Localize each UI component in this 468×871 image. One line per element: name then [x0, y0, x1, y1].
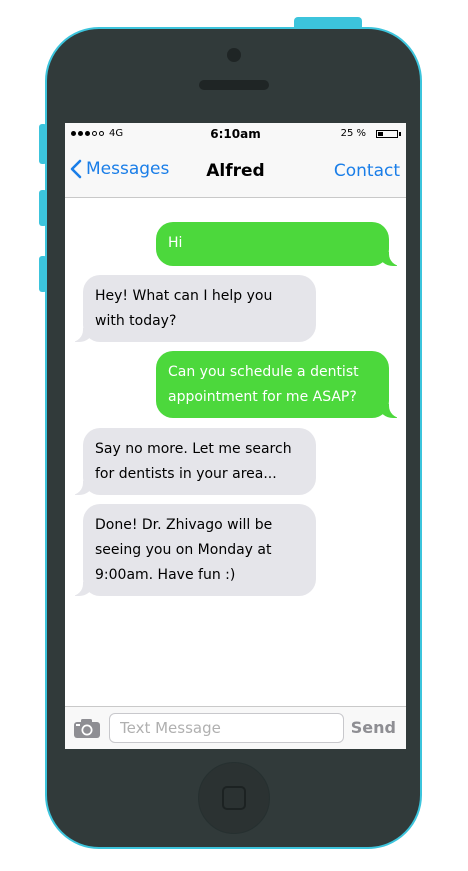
earpiece-speaker: [199, 80, 269, 90]
text-message-input[interactable]: [109, 713, 344, 743]
message-input-bar: Send: [65, 706, 406, 749]
camera-icon[interactable]: [73, 718, 101, 739]
battery-icon: [376, 130, 398, 138]
message-text: Hey! What can I help you with today?: [95, 288, 273, 329]
home-button[interactable]: [198, 762, 270, 834]
message-bubble-outgoing: Can you schedule a dentist appointment f…: [156, 351, 403, 418]
contact-button[interactable]: Contact: [334, 161, 400, 181]
message-text: Hi: [168, 235, 183, 251]
send-button[interactable]: Send: [351, 718, 396, 737]
battery-tip: [399, 132, 401, 136]
chevron-left-icon: [70, 159, 82, 179]
message-bubble-incoming: Hey! What can I help you with today?: [69, 275, 316, 342]
message-text: Done! Dr. Zhivago will be seeing you on …: [95, 517, 273, 583]
navigation-bar: Messages Alfred Contact: [65, 145, 406, 198]
message-bubble-incoming: Say no more. Let me search for dentists …: [69, 428, 316, 495]
message-bubble-outgoing: Hi: [156, 222, 403, 266]
message-bubble-incoming: Done! Dr. Zhivago will be seeing you on …: [69, 504, 316, 596]
battery-percent: 25 %: [340, 128, 366, 139]
message-text: Can you schedule a dentist appointment f…: [168, 364, 359, 405]
phone-screen: 4G 6:10am 25 % Messages Alfred Contact H…: [65, 123, 406, 749]
back-to-messages-button[interactable]: Messages: [70, 159, 169, 179]
battery-level-fill: [378, 132, 383, 136]
message-text: Say no more. Let me search for dentists …: [95, 441, 292, 482]
status-bar: 4G 6:10am 25 %: [65, 123, 406, 145]
home-square-icon: [222, 786, 246, 810]
back-label: Messages: [86, 159, 170, 179]
front-camera: [227, 48, 241, 62]
